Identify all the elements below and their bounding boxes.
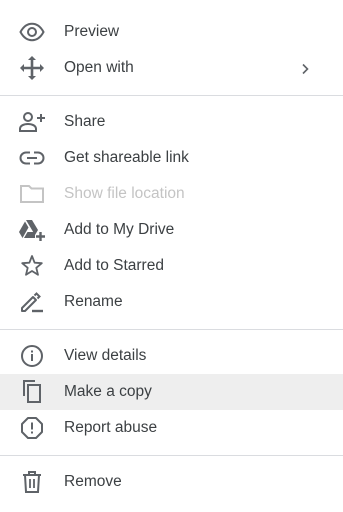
menu-item-label: Report abuse <box>64 419 158 436</box>
menu-item-label: Remove <box>64 473 122 490</box>
pencil-icon <box>18 290 46 314</box>
menu-item-label: Rename <box>64 293 123 310</box>
person-add-icon <box>18 110 46 134</box>
menu-item-label: Share <box>64 113 106 130</box>
menu-item-add-to-my-drive[interactable]: Add to My Drive <box>0 212 343 248</box>
copy-icon <box>18 380 46 404</box>
menu-item-rename[interactable]: Rename <box>0 284 343 320</box>
menu-divider <box>0 329 343 330</box>
info-icon <box>18 344 46 368</box>
menu-item-report-abuse[interactable]: Report abuse <box>0 410 343 446</box>
menu-item-add-to-starred[interactable]: Add to Starred <box>0 248 343 284</box>
menu-item-label: Add to Starred <box>64 257 164 274</box>
eye-icon <box>18 20 46 44</box>
menu-item-share[interactable]: Share <box>0 104 343 140</box>
menu-item-make-a-copy[interactable]: Make a copy <box>0 374 343 410</box>
link-icon <box>18 146 46 170</box>
menu-item-label: Preview <box>64 23 120 40</box>
menu-item-label: Add to My Drive <box>64 221 175 238</box>
menu-item-open-with[interactable]: Open with <box>0 50 343 86</box>
menu-item-preview[interactable]: Preview <box>0 14 343 50</box>
menu-item-label: Open with <box>64 59 134 76</box>
menu-item-remove[interactable]: Remove <box>0 464 343 500</box>
menu-divider <box>0 455 343 456</box>
menu-divider <box>0 95 343 96</box>
menu-item-show-file-location: Show file location <box>0 176 343 212</box>
menu-item-label: Make a copy <box>64 383 152 400</box>
star-icon <box>18 254 46 278</box>
move-arrows-icon <box>18 56 46 80</box>
menu-item-label: Show file location <box>64 185 185 202</box>
menu-item-label: View details <box>64 347 147 364</box>
trash-icon <box>18 470 46 494</box>
chevron-right-icon <box>299 62 311 75</box>
menu-item-label: Get shareable link <box>64 149 189 166</box>
menu-item-view-details[interactable]: View details <box>0 338 343 374</box>
menu-item-get-shareable-link[interactable]: Get shareable link <box>0 140 343 176</box>
context-menu: Preview Open with Share Get shareable li… <box>0 0 343 512</box>
drive-add-icon <box>18 218 46 242</box>
folder-icon <box>18 182 46 206</box>
report-icon <box>18 416 46 440</box>
